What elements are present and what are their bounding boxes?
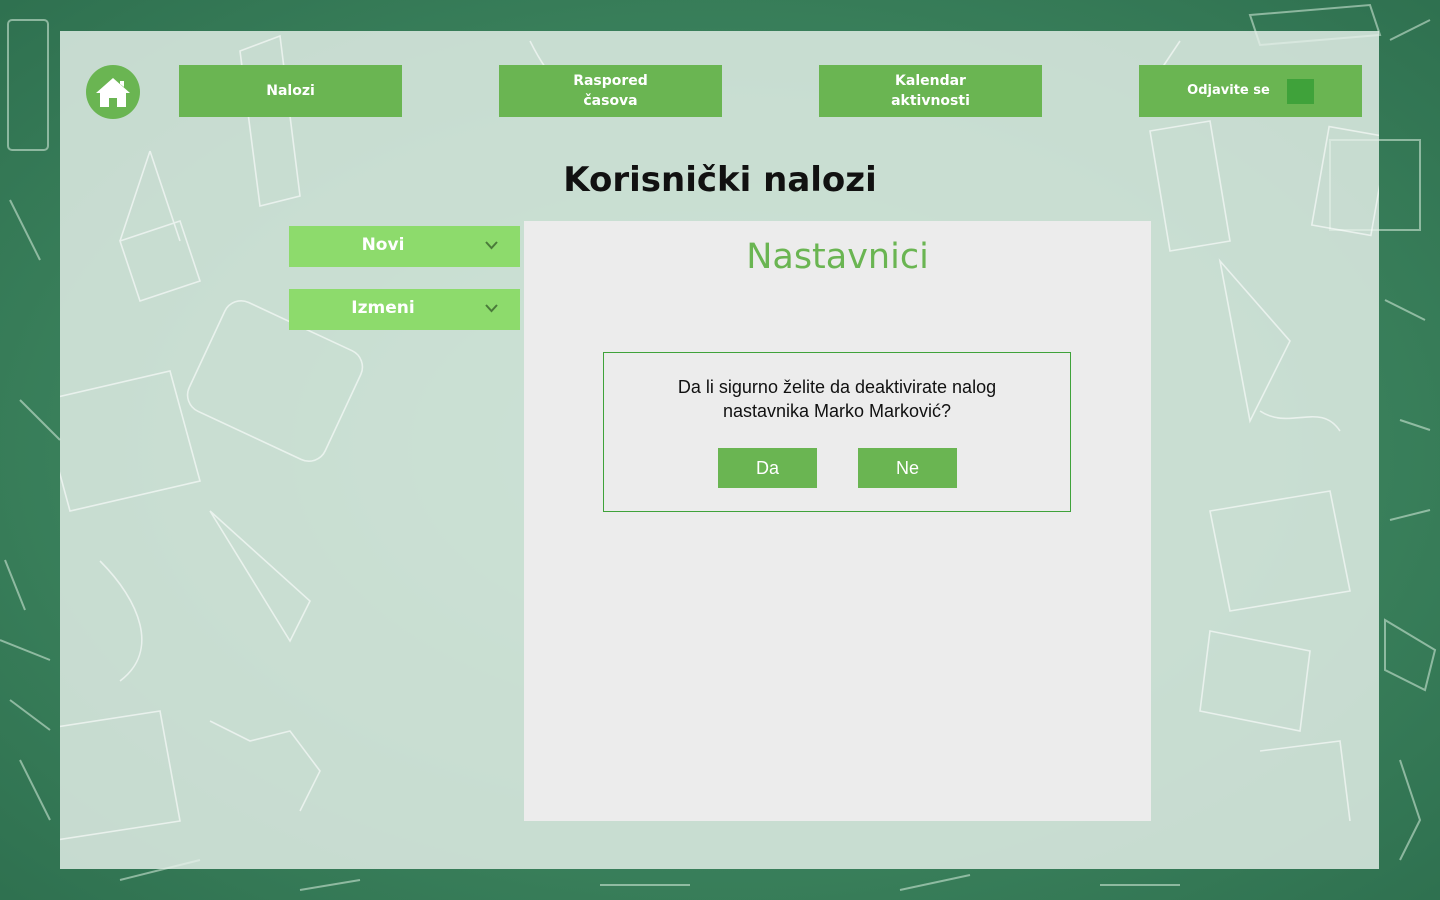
nav-accounts-label: Nalozi	[266, 83, 315, 99]
nav-schedule-label-2: časova	[583, 93, 638, 109]
nav-calendar-label-2: aktivnosti	[891, 93, 970, 109]
page-title: Korisnički nalozi	[563, 160, 877, 200]
sidebar-item-label: Novi	[361, 235, 405, 255]
sidebar-item-label: Izmeni	[351, 298, 415, 318]
confirm-dialog: Da li sigurno želite da deaktivirate nal…	[603, 352, 1071, 512]
content-title: Nastavnici	[746, 237, 929, 277]
dialog-message: Da li sigurno želite da deaktivirate nal…	[604, 375, 1070, 423]
content-panel: Nastavnici Da li sigurno želite da deakt…	[524, 221, 1151, 821]
nav-calendar-label-1: Kalendar	[895, 73, 966, 89]
dialog-message-line-1: Da li sigurno želite da deaktivirate nal…	[677, 377, 997, 397]
logout-button[interactable]: Odjavite se	[1139, 65, 1362, 117]
logout-icon	[1286, 78, 1314, 104]
logout-label: Odjavite se	[1187, 83, 1270, 98]
dialog-message-line-2: nastavnika Marko Marković?	[722, 401, 952, 421]
nav-schedule-label-1: Raspored	[573, 73, 648, 89]
nav-schedule-button[interactable]: Raspored časova	[499, 65, 722, 117]
sidebar-item-new[interactable]: Novi	[289, 226, 520, 267]
home-button[interactable]	[86, 65, 140, 119]
nav-accounts-button[interactable]: Nalozi	[179, 65, 402, 117]
chevron-down-icon	[485, 241, 498, 250]
sidebar-item-edit[interactable]: Izmeni	[289, 289, 520, 330]
nav-calendar-button[interactable]: Kalendar aktivnosti	[819, 65, 1042, 117]
confirm-yes-button[interactable]: Da	[718, 448, 817, 488]
home-icon	[96, 78, 130, 107]
chevron-down-icon	[485, 304, 498, 313]
confirm-no-button[interactable]: Ne	[858, 448, 957, 488]
